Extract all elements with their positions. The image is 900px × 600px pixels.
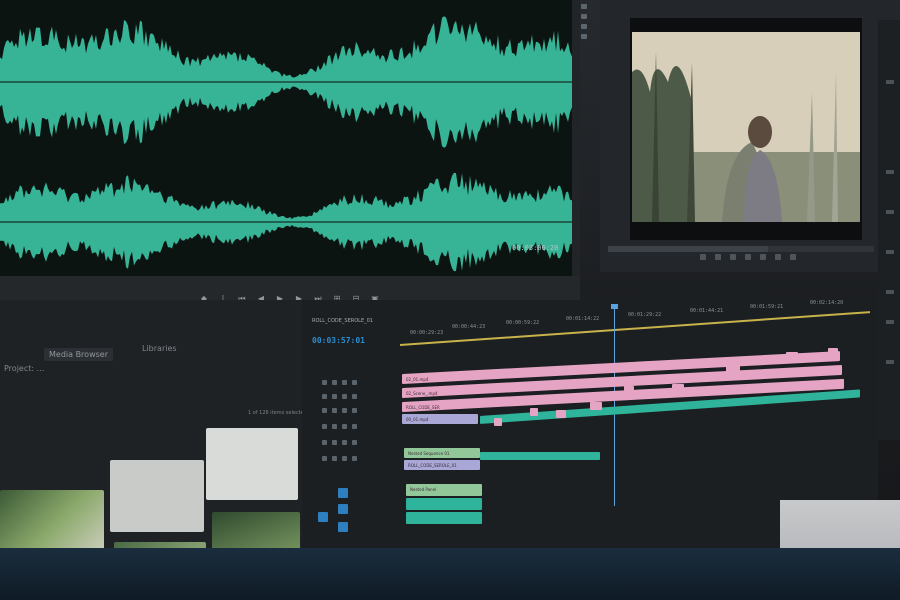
track-select-tool-icon[interactable]	[581, 14, 587, 19]
monitor-bezel	[0, 548, 900, 600]
right-edge-panel	[878, 20, 900, 440]
clip-label: 02_Scene_.mp4	[406, 391, 438, 396]
track-header-a2[interactable]	[318, 440, 390, 447]
program-lift-icon[interactable]	[775, 254, 781, 260]
tools-panel	[573, 0, 595, 60]
clip-label: Nested Sequence 01	[408, 451, 450, 456]
track-target-button[interactable]	[338, 488, 348, 498]
source-timecode: 00:03:06:20	[512, 244, 559, 252]
ruler-label: 00:01:14:22	[566, 316, 600, 322]
edit-marker[interactable]	[786, 352, 798, 360]
edge-handle-icon[interactable]	[886, 290, 894, 294]
edge-handle-icon[interactable]	[886, 250, 894, 254]
tab-project[interactable]: Project: ...	[4, 364, 44, 373]
program-video-preview[interactable]	[632, 32, 860, 222]
program-controls	[700, 254, 796, 260]
program-scrub-fill	[608, 246, 768, 252]
edit-marker[interactable]	[590, 402, 602, 410]
ruler-label: 00:01:44:21	[690, 308, 724, 314]
clip-label: Nested Panel	[410, 487, 437, 492]
program-mark-in-icon[interactable]	[700, 254, 706, 260]
edit-marker[interactable]	[828, 348, 838, 356]
edit-marker[interactable]	[556, 410, 566, 418]
timeline-timecode[interactable]: 00:03:57:01	[312, 336, 365, 345]
selection-tool-icon[interactable]	[581, 4, 587, 9]
ruler-label: 00:02:14:20	[810, 300, 844, 306]
program-play-icon[interactable]	[745, 254, 751, 260]
audio-waveform[interactable]	[0, 0, 572, 276]
ruler-label: 00:01:29:22	[628, 312, 662, 318]
edit-marker[interactable]	[494, 418, 502, 426]
clip-label: ROLL_CODE_SEROLE_01	[408, 463, 457, 468]
timeline-clip[interactable]	[406, 512, 482, 524]
edge-handle-icon[interactable]	[886, 320, 894, 324]
clip-label: 00_01.mp4	[406, 417, 429, 422]
ruler-label: 00:00:44:23	[452, 324, 486, 330]
media-thumbnail[interactable]	[206, 428, 298, 500]
ruler-label: 00:00:59:22	[506, 320, 540, 326]
project-item-count: 1 of 126 items selected	[248, 410, 307, 416]
track-header-v3[interactable]	[318, 380, 390, 387]
clip-label: ROLL_CODE_SER	[406, 405, 440, 410]
ruler-label: 00:01:59:21	[750, 304, 784, 310]
program-go-to-out-icon[interactable]	[760, 254, 766, 260]
program-mark-out-icon[interactable]	[715, 254, 721, 260]
program-extract-icon[interactable]	[790, 254, 796, 260]
track-header-v1[interactable]	[318, 408, 390, 415]
track-target-button[interactable]	[338, 504, 348, 514]
edge-handle-icon[interactable]	[886, 210, 894, 214]
track-target-button[interactable]	[338, 522, 348, 532]
tab-libraries[interactable]: Libraries	[142, 344, 177, 353]
razor-tool-icon[interactable]	[581, 34, 587, 39]
media-thumbnail[interactable]	[110, 460, 204, 532]
edit-marker[interactable]	[530, 408, 538, 416]
video-editor-screen: 00:03:06:20 ◆ | ⏮ ◀ ▶ ▶ ⏭ ⊞ ⊟ ▣ Project:…	[0, 0, 900, 600]
source-monitor-panel: 00:03:06:20	[0, 0, 580, 300]
ripple-edit-tool-icon[interactable]	[581, 24, 587, 29]
edit-marker[interactable]	[624, 386, 634, 394]
track-header-a1[interactable]	[318, 424, 390, 431]
timeline-clip[interactable]	[480, 452, 600, 460]
clip-label: 02_01.mp4	[406, 377, 429, 382]
edit-marker[interactable]	[672, 384, 684, 392]
tab-media-browser[interactable]: Media Browser	[44, 348, 113, 361]
track-header-v2[interactable]	[318, 394, 390, 401]
timeline-clip[interactable]	[406, 498, 482, 510]
program-go-to-in-icon[interactable]	[730, 254, 736, 260]
edge-handle-icon[interactable]	[886, 360, 894, 364]
track-target-button[interactable]	[318, 512, 328, 522]
edge-handle-icon[interactable]	[886, 80, 894, 84]
ruler-label: 00:00:29:23	[410, 330, 444, 336]
edge-handle-icon[interactable]	[886, 170, 894, 174]
track-header-a3[interactable]	[318, 456, 390, 463]
sequence-tab[interactable]: ROLL_CODE_SEROLE_01	[312, 318, 373, 324]
program-scrub-bar[interactable]	[608, 246, 874, 252]
edit-marker[interactable]	[726, 364, 740, 372]
